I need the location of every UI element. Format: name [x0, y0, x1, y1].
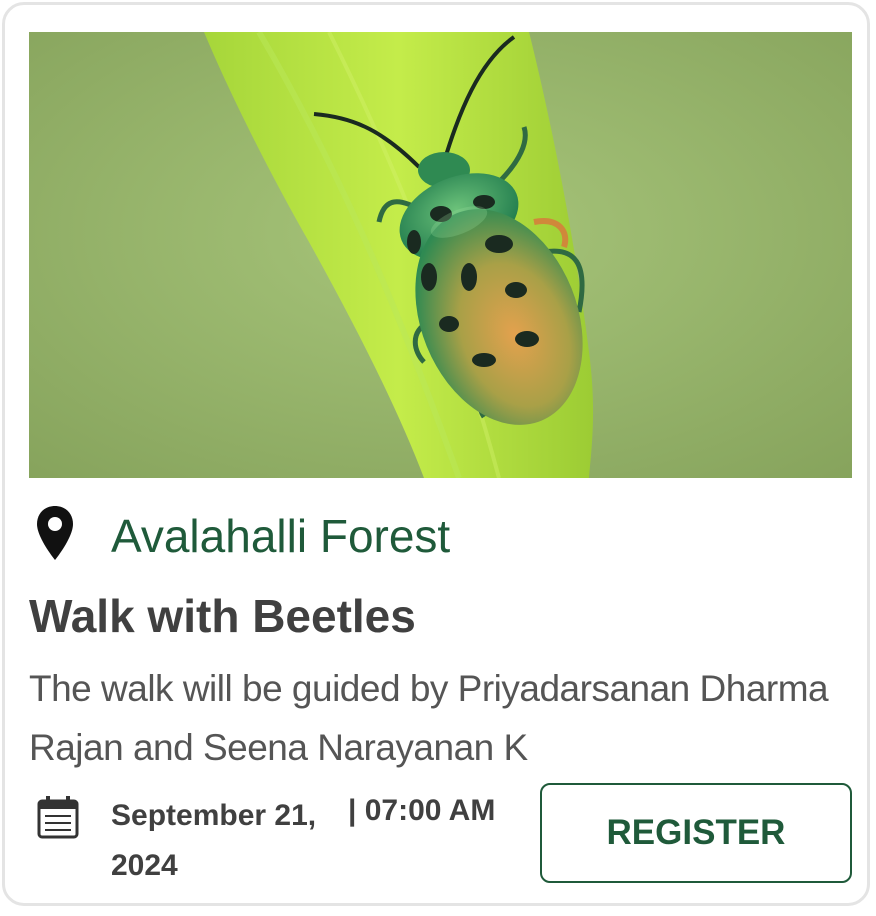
event-image: [29, 32, 852, 478]
event-time: | 07:00 AM: [348, 794, 496, 827]
register-button[interactable]: REGISTER: [540, 783, 852, 883]
event-date: September 21, 2024: [111, 799, 317, 882]
location-row: Avalahalli Forest: [35, 501, 450, 571]
event-title: Walk with Beetles: [29, 590, 416, 642]
location-name: Avalahalli Forest: [111, 510, 451, 562]
calendar-icon: [37, 796, 79, 839]
beetle-photo: [29, 32, 852, 478]
event-card: Avalahalli Forest Walk with Beetles The …: [2, 2, 870, 906]
event-description: The walk will be guided by Priyadarsanan…: [29, 668, 829, 768]
map-pin-icon: [37, 506, 73, 560]
